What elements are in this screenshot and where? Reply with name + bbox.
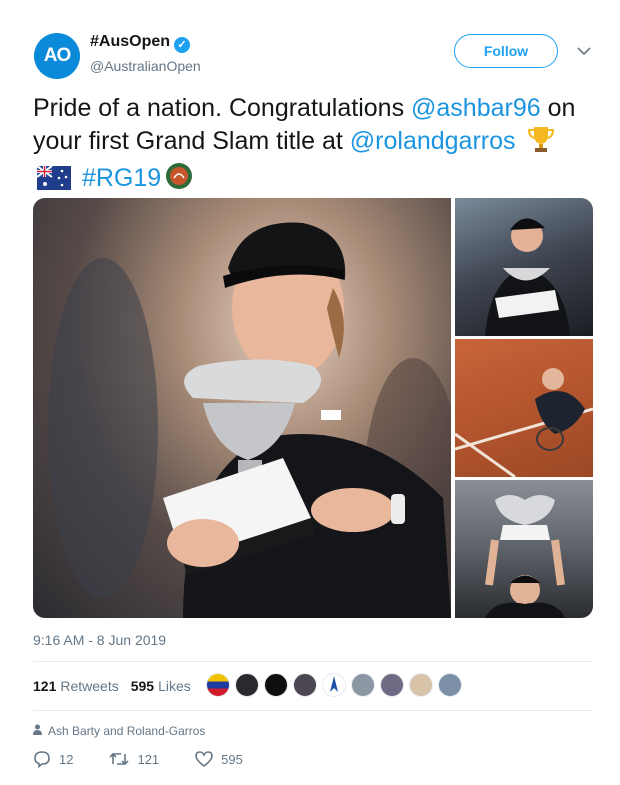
hashtag-rg19[interactable]: #RG19 (82, 164, 161, 192)
roland-garros-logo-icon (165, 162, 193, 199)
liker-avatar[interactable] (380, 673, 404, 697)
liker-avatar[interactable] (438, 673, 462, 697)
account-handle[interactable]: @AustralianOpen (90, 58, 201, 74)
reply-button[interactable]: 12 (33, 750, 73, 768)
retweets-stat[interactable]: 121 Retweets (33, 678, 119, 694)
liker-avatar[interactable] (293, 673, 317, 697)
reply-context: Ash Barty and Roland-Garros (33, 724, 205, 738)
divider-bottom (33, 710, 593, 711)
display-name[interactable]: #AusOpen ✓ (90, 33, 191, 53)
avatar-text: AO (43, 45, 71, 66)
heart-icon (195, 751, 213, 767)
like-button[interactable]: 595 (195, 751, 243, 767)
retweet-icon (109, 752, 130, 766)
australia-flag-icon (36, 165, 71, 199)
liker-avatar[interactable] (351, 673, 375, 697)
photo-champion-with-trophy[interactable] (33, 198, 451, 618)
tweet-text: Pride of a nation. Congratulations @ashb… (33, 92, 603, 199)
likes-stat[interactable]: 595 Likes (131, 678, 191, 694)
media-grid (33, 198, 593, 618)
account-avatar[interactable]: AO (34, 33, 80, 79)
likes-count: 595 (130, 678, 155, 694)
tweet-actions: 12 121 595 (33, 750, 279, 768)
reply-context-text[interactable]: Ash Barty and Roland-Garros (48, 724, 205, 738)
liker-avatar[interactable] (235, 673, 259, 697)
like-count: 595 (221, 751, 243, 767)
chevron-down-icon[interactable] (577, 43, 591, 61)
follow-button[interactable]: Follow (454, 34, 558, 68)
retweets-label: Retweets (60, 678, 119, 694)
photo-celebrating-on-clay[interactable] (455, 339, 593, 477)
retweet-count: 121 (137, 751, 160, 767)
trophy-emoji-icon (526, 125, 556, 162)
retweet-button[interactable]: 121 (109, 750, 159, 768)
person-icon (33, 724, 42, 738)
tweet-timestamp[interactable]: 9:16 AM - 8 Jun 2019 (33, 632, 166, 648)
tweet-text-part1: Pride of a nation. Congratulations (33, 94, 412, 122)
reply-icon (34, 751, 50, 768)
photo-kissing-trophy[interactable] (455, 198, 593, 336)
liker-avatars (206, 673, 467, 697)
liker-avatar[interactable] (409, 673, 433, 697)
mention-rolandgarros[interactable]: @rolandgarros (350, 127, 516, 155)
liker-avatar[interactable] (206, 673, 230, 697)
engagement-stats: 121 Retweets 595 Likes (33, 678, 203, 694)
liker-avatar[interactable] (322, 673, 346, 697)
mention-ashbar96[interactable]: @ashbar96 (411, 94, 541, 122)
liker-avatar[interactable] (264, 673, 288, 697)
retweets-count: 121 (33, 678, 57, 694)
photo-lifting-trophy[interactable] (455, 480, 593, 618)
display-name-text: #AusOpen (90, 33, 171, 50)
reply-count: 12 (59, 751, 74, 767)
divider-top (33, 661, 593, 662)
verified-badge-icon: ✓ (174, 36, 191, 53)
likes-label: Likes (158, 678, 191, 694)
